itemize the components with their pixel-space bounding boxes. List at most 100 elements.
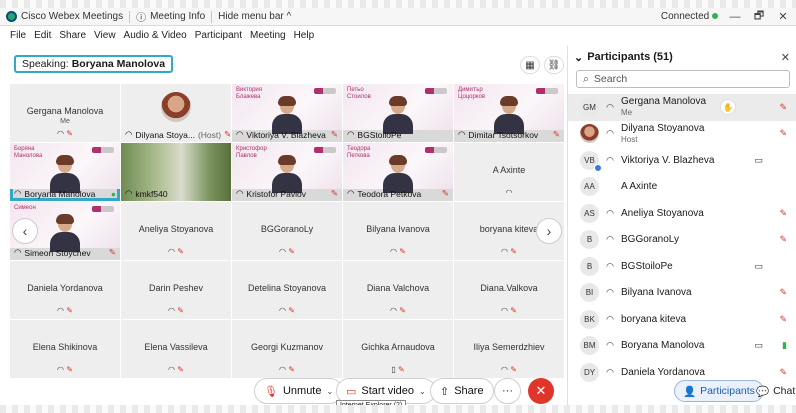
participant-tile[interactable]: Elena Shikinova ◠ ✎	[10, 320, 120, 378]
participant-row[interactable]: VB ◠ Viktoriya V. Blazheva ▭	[568, 147, 796, 174]
mic-muted-icon[interactable]: ✎	[779, 102, 787, 113]
participant-tile[interactable]: BGGoranoLy ◠ ✎	[232, 202, 342, 260]
background-logo	[425, 147, 447, 153]
participant-tile[interactable]: ◠ Dilyana Stoya... (Host) ✎	[121, 84, 231, 142]
mic-muted-icon: ✎	[224, 129, 231, 139]
collapse-chevron-icon[interactable]: ⌄	[574, 51, 583, 64]
participant-tile[interactable]: Кристофор Павлов ◠ Kristofor Pavlov ✎	[232, 143, 342, 201]
mic-on-icon[interactable]: ▮	[782, 340, 787, 351]
participant-video-grid: Gergana Manolova Me ◠ ✎ ◠ Dilyana Stoya... (H…	[10, 84, 564, 380]
participant-tile[interactable]: Diana.Valkova ◠ ✎	[454, 261, 564, 319]
headset-icon: ◠	[168, 306, 176, 315]
mic-muted-icon[interactable]: ✎	[779, 234, 787, 245]
participant-row[interactable]: B ◠ BGGoranoLy ✎	[568, 227, 796, 254]
tile-label: ◠ Dimitar Tsotsorkov ✎	[458, 129, 560, 140]
participant-row[interactable]: BM ◠ Boryana Manolova ▭ ▮	[568, 333, 796, 360]
mic-muted-icon: ✎	[108, 247, 116, 257]
mic-muted-icon: ✎	[510, 306, 517, 315]
participant-tile[interactable]: Aneliya Stoyanova ◠ ✎	[121, 202, 231, 260]
participant-tile[interactable]: Elena Vassileva ◠ ✎	[121, 320, 231, 378]
link-button[interactable]: ⛓	[544, 56, 564, 74]
active-speaker-label: Speaking: Boryana Manolova	[14, 55, 174, 73]
headset-icon: ◠	[458, 129, 466, 139]
leave-meeting-button[interactable]: ✕	[528, 378, 554, 404]
participant-row[interactable]: AA A Axinte	[568, 174, 796, 201]
menu-item-file[interactable]: File	[10, 30, 26, 41]
chat-tab-button[interactable]: 💬 Chat	[748, 380, 796, 402]
participant-row[interactable]: GM ◠ Gergana Manolova Me ✋ ✎	[568, 94, 796, 121]
background-logo	[425, 88, 447, 94]
mic-muted-icon[interactable]: ✎	[779, 128, 787, 139]
participant-tile[interactable]: Bilyana Ivanova ◠ ✎	[343, 202, 453, 260]
menu-bar: File Edit Share View Audio & Video Participan…	[0, 26, 796, 44]
unmute-button[interactable]: 🎙 Unmute ⌄	[254, 378, 344, 404]
headset-icon: ◠	[57, 129, 65, 138]
previous-page-button[interactable]: ‹	[12, 218, 38, 244]
mic-muted-icon: ✎	[177, 247, 184, 256]
chevron-down-icon[interactable]: ⌄	[327, 387, 334, 396]
restore-button[interactable]: 🗗	[752, 7, 766, 26]
layout-grid-button[interactable]: ▦	[520, 56, 540, 74]
avatar: AS	[580, 203, 599, 223]
menu-item-help[interactable]: Help	[294, 30, 315, 41]
menu-item-view[interactable]: View	[94, 30, 116, 41]
background-caption: Петьо Стоилов	[347, 87, 371, 100]
participant-tile[interactable]: Daniela Yordanova ◠ ✎	[10, 261, 120, 319]
raise-hand-icon[interactable]: ✋	[720, 99, 737, 116]
participant-name: BGStoiloPe	[621, 260, 673, 272]
tile-name: Simeon Stoychev	[24, 247, 91, 258]
participant-row[interactable]: AS ◠ Aneliya Stoyanova ✎	[568, 200, 796, 227]
mic-muted-icon: ✎	[399, 306, 406, 315]
participant-row[interactable]: ◠ Dilyana Stoyanova Host ✎	[568, 121, 796, 148]
tile-name: Aneliya Stoyanova	[138, 224, 214, 234]
participant-row[interactable]: B ◠ BGStoiloPe ▭	[568, 253, 796, 280]
chevron-down-icon[interactable]: ⌄	[419, 387, 426, 396]
participant-search-input[interactable]: ⌕ Search	[576, 70, 790, 88]
menu-item-participant[interactable]: Participant	[195, 30, 242, 41]
tile-label: ◠ Kristofor Pavlov ✎	[236, 188, 338, 199]
participant-tile[interactable]: Detelina Stoyanova ◠ ✎	[232, 261, 342, 319]
menu-item-share[interactable]: Share	[59, 30, 86, 41]
menu-item-audio-video[interactable]: Audio & Video	[124, 30, 187, 41]
close-panel-button[interactable]: ✕	[781, 51, 790, 64]
app-name: Cisco Webex Meetings	[21, 11, 124, 22]
mic-muted-icon[interactable]: ✎	[779, 208, 787, 219]
mic-muted-icon: ✎	[330, 129, 338, 139]
headset-icon: ◠	[57, 365, 65, 374]
participant-tile[interactable]: Gergana Manolova Me ◠ ✎	[10, 84, 120, 142]
mic-muted-icon[interactable]: ✎	[779, 287, 787, 298]
menu-item-edit[interactable]: Edit	[34, 30, 51, 41]
participant-tile[interactable]: Петьо Стоилов ◠ BGStoiloPe	[343, 84, 453, 142]
meeting-info-button[interactable]: ⓘ Meeting Info	[130, 8, 211, 26]
tile-label: ◠ Viktoriya V. Blazheva ✎	[236, 129, 338, 140]
participant-tile[interactable]: A Axinte ◠	[454, 143, 564, 201]
participant-tile[interactable]: Darin Peshev ◠ ✎	[121, 261, 231, 319]
participant-tile[interactable]: ◠ kmkf540	[121, 143, 231, 201]
close-window-button[interactable]: ✕	[776, 10, 790, 23]
participant-row[interactable]: BK ◠ boryana kiteva ✎	[568, 306, 796, 333]
participant-tile[interactable]: Боряна Манолова ◠ Boryana Manolova ●	[10, 143, 120, 201]
headset-icon: ◠	[14, 188, 22, 198]
hide-menu-bar-button[interactable]: Hide menu bar ^	[212, 8, 297, 26]
mic-muted-icon[interactable]: ✎	[779, 367, 787, 378]
menu-item-meeting[interactable]: Meeting	[250, 30, 286, 41]
participant-tile[interactable]: Iliya Semerdzhiev ◠ ✎	[454, 320, 564, 378]
participant-tile[interactable]: Georgi Kuzmanov ◠ ✎	[232, 320, 342, 378]
phone-icon: ▯	[391, 365, 396, 374]
tile-name: BGStoiloPe	[357, 129, 402, 140]
more-options-button[interactable]: ···	[494, 378, 521, 404]
participant-tile[interactable]: Gichka Arnaudova ▯ ✎	[343, 320, 453, 378]
participant-row[interactable]: BI ◠ Bilyana Ivanova ✎	[568, 280, 796, 307]
video-feed	[270, 96, 304, 134]
mic-muted-icon: ✎	[288, 247, 295, 256]
participant-tile[interactable]: Димитър Цоцорков ◠ Dimitar Tsotsorkov ✎	[454, 84, 564, 142]
participant-tile[interactable]: Виктория Блажева ◠ Viktoriya V. Blazheva ✎	[232, 84, 342, 142]
mic-muted-icon[interactable]: ✎	[779, 314, 787, 325]
share-button[interactable]: ⇧ Share	[430, 378, 494, 404]
participant-tile[interactable]: Теодора Петкова ◠ Teodora Petkova ✎	[343, 143, 453, 201]
mic-muted-icon: ✎	[66, 365, 73, 374]
participant-tile[interactable]: Diana Valchova ◠ ✎	[343, 261, 453, 319]
minimize-button[interactable]: —	[728, 11, 742, 23]
headset-icon: ◠	[501, 365, 509, 374]
next-page-button[interactable]: ›	[536, 218, 562, 244]
